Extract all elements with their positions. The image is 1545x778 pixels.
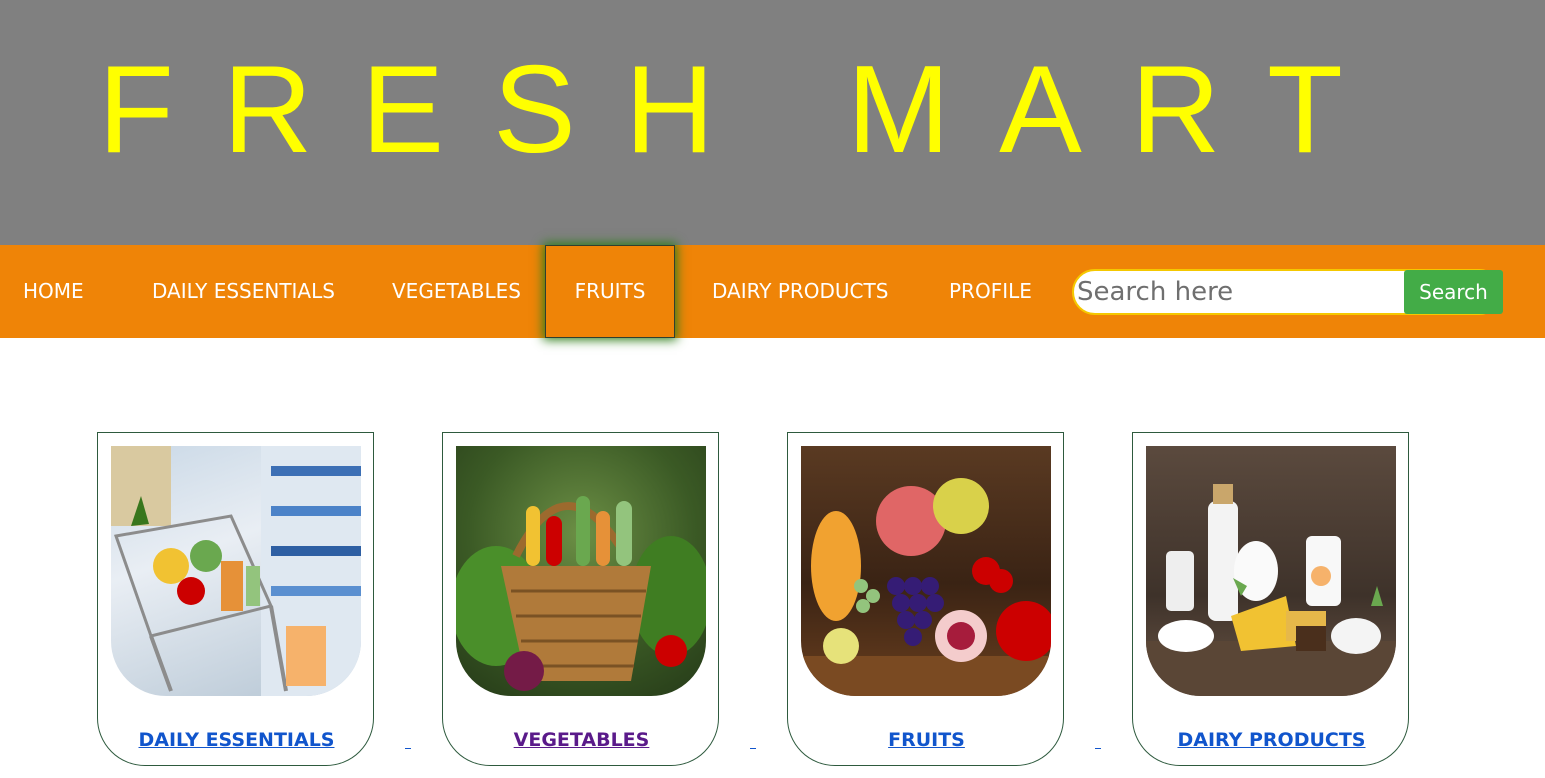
link-underline-fragment[interactable]	[750, 748, 756, 749]
fruit-assortment-illustration	[801, 478, 1051, 696]
category-card-dairy-products[interactable]: DAIRY PRODUCTS	[1132, 432, 1409, 766]
category-link-dairy-products[interactable]: DAIRY PRODUCTS	[1133, 729, 1410, 751]
category-card-fruits[interactable]: FRUITS	[787, 432, 1064, 766]
site-title: FRESH MART	[98, 41, 1392, 179]
dairy-products-illustration	[1146, 484, 1396, 696]
shopping-cart-illustration	[111, 446, 361, 696]
fruit-assortment-image[interactable]	[801, 446, 1051, 696]
nav-dairy-products[interactable]: DAIRY PRODUCTS	[712, 245, 888, 338]
link-underline-fragment[interactable]	[1095, 748, 1101, 749]
category-link-fruits[interactable]: FRUITS	[788, 729, 1065, 751]
site-header: FRESH MART	[0, 0, 1545, 245]
nav-home[interactable]: HOME	[23, 245, 84, 338]
category-card-daily-essentials[interactable]: DAILY ESSENTIALS	[97, 432, 374, 766]
link-underline-fragment[interactable]	[405, 748, 411, 749]
nav-vegetables[interactable]: VEGETABLES	[392, 245, 521, 338]
vegetable-basket-illustration	[456, 496, 706, 691]
shopping-cart-aisle-image[interactable]	[111, 446, 361, 696]
category-link-daily-essentials[interactable]: DAILY ESSENTIALS	[98, 729, 375, 751]
nav-profile[interactable]: PROFILE	[949, 245, 1032, 338]
search-form: Search	[1072, 269, 1504, 315]
nav-fruits[interactable]: FRUITS	[545, 245, 675, 338]
vegetable-basket-image[interactable]	[456, 446, 706, 696]
search-button[interactable]: Search	[1404, 270, 1503, 314]
nav-daily-essentials[interactable]: DAILY ESSENTIALS	[152, 245, 335, 338]
dairy-products-image[interactable]	[1146, 446, 1396, 696]
category-link-vegetables[interactable]: VEGETABLES	[443, 729, 720, 751]
category-card-vegetables[interactable]: VEGETABLES	[442, 432, 719, 766]
